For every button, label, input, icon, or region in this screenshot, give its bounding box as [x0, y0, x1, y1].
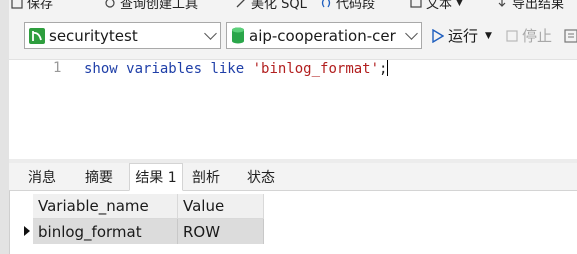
line-number: 1	[53, 60, 62, 76]
run-button[interactable]: 运行 ▼	[432, 22, 492, 49]
explain-icon	[564, 28, 577, 43]
query-builder-label: 查询创建工具	[120, 0, 199, 12]
code-line[interactable]: show variables like 'binlog_format';	[84, 60, 389, 78]
save-button[interactable]: 保存	[11, 0, 53, 12]
database-icon	[231, 27, 245, 44]
query-builder-icon	[104, 0, 116, 9]
current-row-marker-icon	[24, 226, 30, 236]
query-controls: securitytest aip-cooperation-cer 运行 ▼ 停止	[9, 15, 577, 60]
column-header[interactable]: Variable_name	[33, 194, 178, 219]
save-icon	[11, 0, 23, 9]
text-icon	[410, 0, 422, 9]
keyword-variables: variables	[126, 61, 203, 77]
connection-icon	[29, 27, 45, 44]
table-cell[interactable]: ROW	[178, 219, 264, 244]
save-label: 保存	[27, 0, 54, 12]
beautify-icon	[235, 0, 247, 9]
main-toolbar: 保存 查询创建工具 美化 SQL 代码段 文本 ▼ 导出结果	[9, 0, 577, 15]
statement-terminator: ;	[379, 61, 388, 77]
chevron-down-icon	[204, 27, 217, 40]
export-label: 导出结果	[512, 0, 565, 12]
snippet-label: 代码段	[336, 0, 376, 12]
chevron-down-icon: ▼	[456, 0, 463, 8]
sql-editor[interactable]: 1 show variables like 'binlog_format';	[9, 60, 577, 160]
database-label: aip-cooperation-cer	[249, 26, 396, 45]
export-icon	[496, 0, 508, 9]
table-cell[interactable]: binlog_format	[33, 219, 178, 244]
explain-button[interactable]	[564, 22, 577, 49]
column-header[interactable]: Value	[178, 194, 264, 219]
string-literal: 'binlog_format'	[252, 61, 380, 77]
chevron-down-icon	[405, 27, 418, 40]
tab-summary[interactable]: 摘要	[79, 163, 119, 190]
stop-icon	[506, 29, 518, 42]
query-builder-button[interactable]: 查询创建工具	[104, 0, 198, 12]
beautify-label: 美化 SQL	[251, 0, 307, 12]
database-select[interactable]: aip-cooperation-cer	[226, 22, 422, 49]
keyword-show: show	[84, 61, 118, 77]
connection-label: securitytest	[49, 26, 138, 45]
result-tabs: 消息 摘要 结果 1 剖析 状态	[9, 163, 577, 191]
run-label: 运行	[448, 27, 479, 45]
export-result-button[interactable]: 导出结果	[496, 0, 564, 12]
text-menu-button[interactable]: 文本 ▼	[410, 0, 463, 12]
code-snippet-button[interactable]: 代码段	[320, 0, 375, 12]
text-label: 文本	[426, 0, 453, 12]
tab-result-1[interactable]: 结果 1	[129, 163, 183, 191]
tab-messages[interactable]: 消息	[22, 163, 62, 190]
keyword-like: like	[210, 61, 245, 77]
beautify-sql-button[interactable]: 美化 SQL	[235, 0, 307, 12]
connection-select[interactable]: securitytest	[24, 22, 221, 49]
snippet-icon	[320, 0, 332, 9]
line-gutter: 1	[9, 60, 69, 160]
stop-button[interactable]: 停止	[506, 22, 552, 49]
chevron-down-icon[interactable]: ▼	[485, 31, 492, 41]
text-cursor	[387, 60, 389, 76]
tab-profile[interactable]: 剖析	[186, 163, 226, 190]
stop-label: 停止	[522, 27, 553, 45]
row-indicator	[19, 219, 33, 244]
tab-status[interactable]: 状态	[239, 163, 283, 190]
play-icon	[432, 28, 444, 43]
